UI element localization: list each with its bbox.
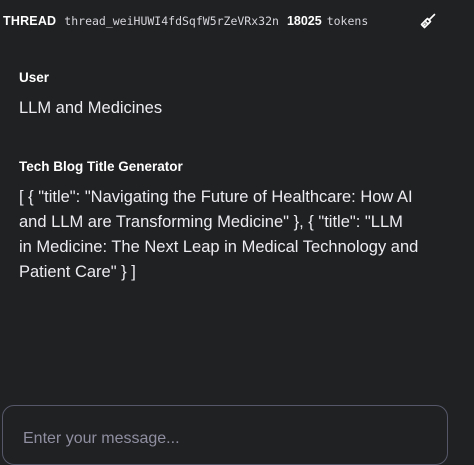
- message-composer: [2, 405, 448, 465]
- thread-id: thread_weiHUWI4fdSqfW5rZeVRx32n: [64, 14, 279, 28]
- broom-icon: [420, 13, 436, 29]
- thread-header: THREAD thread_weiHUWI4fdSqfW5rZeVRx32n 1…: [0, 0, 474, 42]
- token-count: 18025: [286, 14, 322, 28]
- thread-label: THREAD: [3, 14, 57, 28]
- message-assistant: Tech Blog Title Generator [ { "title": "…: [19, 158, 419, 285]
- message-user: User LLM and Medicines: [19, 69, 419, 121]
- message-content: LLM and Medicines: [19, 99, 163, 117]
- clear-thread-button[interactable]: [417, 10, 439, 32]
- token-unit-label: tokens: [326, 14, 369, 28]
- message-role: User: [19, 70, 50, 85]
- message-content: [ { "title": "Navigating the Future of H…: [19, 188, 419, 281]
- message-role: Tech Blog Title Generator: [19, 159, 183, 174]
- message-input[interactable]: [23, 430, 423, 448]
